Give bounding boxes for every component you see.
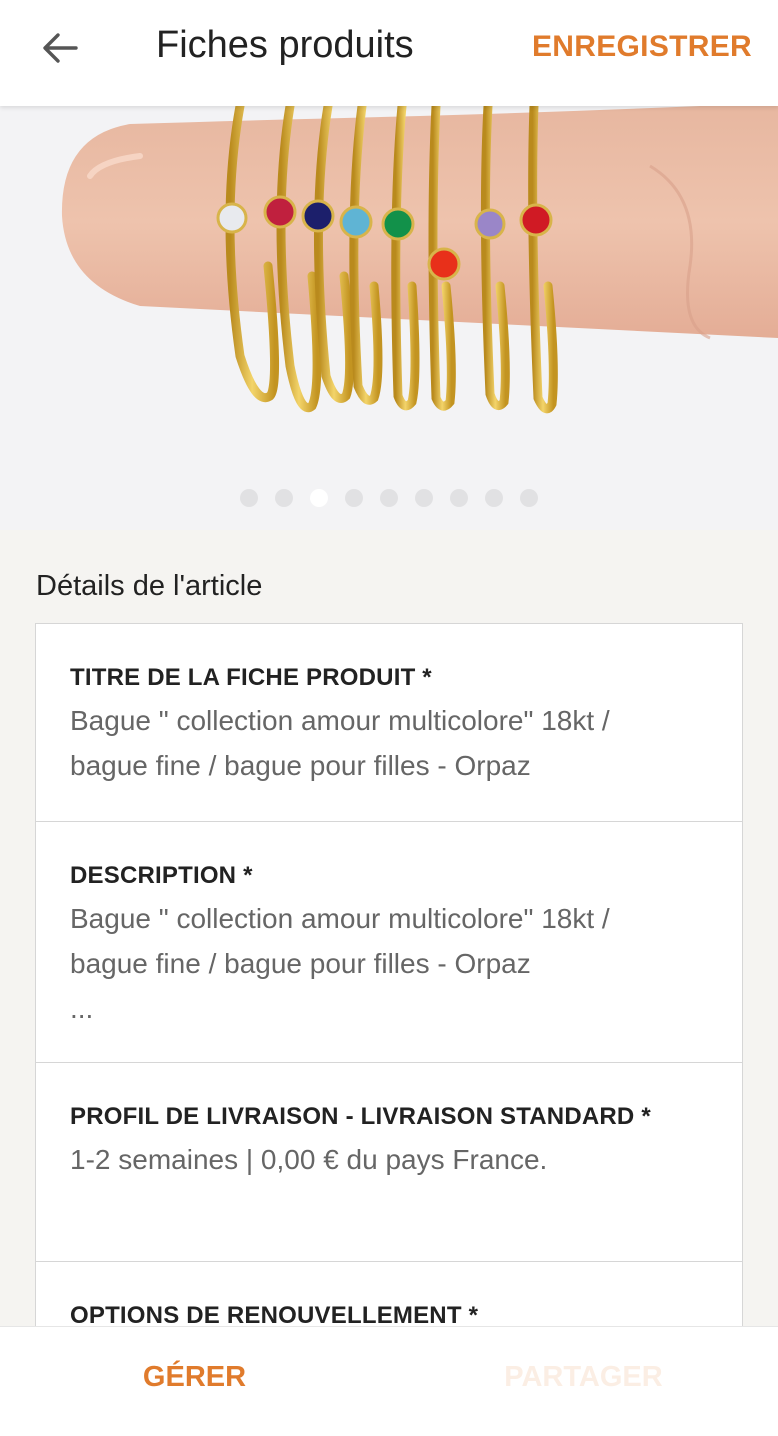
carousel-dot[interactable] bbox=[310, 489, 328, 507]
field-label: DESCRIPTION * bbox=[70, 862, 253, 889]
page-title: Fiches produits bbox=[156, 24, 414, 66]
back-button[interactable] bbox=[34, 22, 86, 74]
field-shipping-profile[interactable]: PROFIL DE LIVRAISON - LIVRAISON STANDARD… bbox=[36, 1063, 742, 1262]
save-button[interactable]: ENREGISTRER bbox=[532, 30, 752, 64]
field-description[interactable]: DESCRIPTION * Bague " collection amour m… bbox=[36, 822, 742, 1063]
field-listing-title[interactable]: TITRE DE LA FICHE PRODUIT * Bague " coll… bbox=[36, 624, 742, 822]
carousel-dot[interactable] bbox=[380, 489, 398, 507]
top-app-bar: Fiches produits ENREGISTRER bbox=[0, 0, 778, 106]
field-value: Bague " collection amour multicolore" 18… bbox=[70, 705, 610, 781]
product-photo bbox=[0, 106, 778, 530]
carousel-dot[interactable] bbox=[485, 489, 503, 507]
arrow-left-icon bbox=[43, 33, 78, 63]
carousel-dot[interactable] bbox=[415, 489, 433, 507]
manage-button[interactable]: GÉRER bbox=[0, 1327, 389, 1427]
field-label: PROFIL DE LIVRAISON - LIVRAISON STANDARD… bbox=[70, 1103, 651, 1130]
carousel-dot[interactable] bbox=[275, 489, 293, 507]
field-label: TITRE DE LA FICHE PRODUIT * bbox=[70, 664, 432, 691]
carousel-dot[interactable] bbox=[520, 489, 538, 507]
field-value: Bague " collection amour multicolore" 18… bbox=[70, 903, 610, 1024]
carousel-dot[interactable] bbox=[240, 489, 258, 507]
carousel-indicator bbox=[0, 489, 778, 507]
field-label: OPTIONS DE RENOUVELLEMENT * bbox=[70, 1302, 479, 1329]
field-value: 1-2 semaines | 0,00 € du pays France. bbox=[70, 1144, 548, 1175]
product-image-carousel[interactable] bbox=[0, 106, 778, 530]
details-card: TITRE DE LA FICHE PRODUIT * Bague " coll… bbox=[35, 623, 743, 1343]
carousel-dot[interactable] bbox=[450, 489, 468, 507]
share-button[interactable]: PARTAGER bbox=[389, 1327, 778, 1427]
bottom-action-bar: GÉRER PARTAGER bbox=[0, 1326, 778, 1436]
carousel-dot[interactable] bbox=[345, 489, 363, 507]
section-title-details: Détails de l'article bbox=[36, 570, 263, 602]
